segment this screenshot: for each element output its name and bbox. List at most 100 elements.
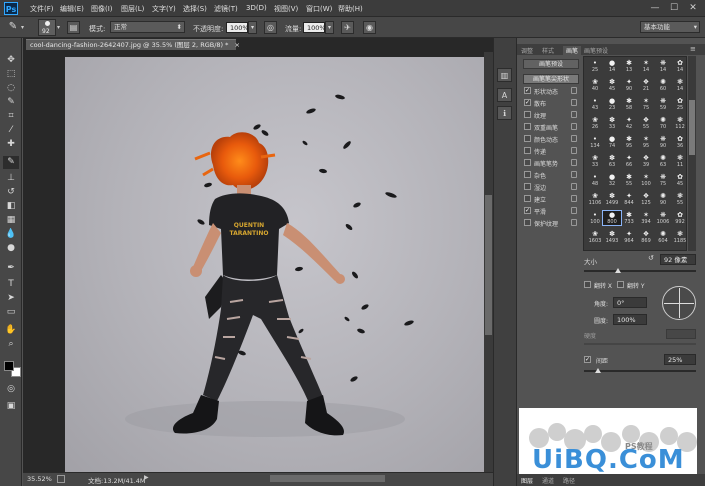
- brush-preset-cell[interactable]: ✽ 45: [603, 78, 621, 92]
- brush-preset-cell[interactable]: ❃ 1185: [671, 230, 686, 244]
- lock-icon[interactable]: [571, 207, 577, 214]
- menu-type[interactable]: 文字(Y): [152, 4, 176, 14]
- brush-preset-cell[interactable]: ❃ 14: [671, 78, 686, 92]
- marquee-tool-icon[interactable]: ⬚: [3, 68, 19, 81]
- brush-preset-cell[interactable]: ❋ 14: [654, 59, 672, 73]
- vertical-scroll-thumb[interactable]: [485, 195, 492, 335]
- angle-input[interactable]: 0°: [613, 297, 647, 308]
- brush-picker-chevron-icon[interactable]: ▾: [57, 24, 60, 31]
- hardness-input[interactable]: [666, 329, 696, 339]
- tab-adjustments[interactable]: 调整: [521, 46, 533, 55]
- brush-option-checkbox[interactable]: [524, 183, 531, 190]
- brush-preset-cell[interactable]: ✺ 70: [654, 116, 672, 130]
- brush-option-row[interactable]: 保护纹理: [524, 218, 579, 228]
- brush-preset-cell[interactable]: ✿ 25: [671, 97, 686, 111]
- menu-help[interactable]: 帮助(H): [338, 4, 363, 14]
- status-arrow-icon[interactable]: ▶: [144, 474, 149, 481]
- workspace-select[interactable]: 基本功能 ▾: [640, 21, 700, 33]
- crop-tool-icon[interactable]: ⌗: [3, 110, 19, 123]
- brush-option-checkbox[interactable]: [524, 147, 531, 154]
- move-tool-icon[interactable]: ✥: [3, 54, 19, 67]
- brush-preset-cell[interactable]: ❀ 1603: [586, 230, 604, 244]
- brush-preset-cell[interactable]: ✱ 13: [620, 59, 638, 73]
- reset-size-icon[interactable]: ↺: [648, 254, 654, 262]
- pen-tool-icon[interactable]: ✒: [3, 262, 19, 275]
- healing-tool-icon[interactable]: ✚: [3, 138, 19, 151]
- brush-preset-grid[interactable]: • 25 ● 14 ✱ 13 ✶ 14 ❋ 14 ✿ 14 ❀ 40 ✽ 45 ✦ 90 ❖ 21 ✺ 60 ❃ 14 • 43 ●…: [583, 56, 687, 251]
- lasso-tool-icon[interactable]: ◌: [3, 82, 19, 95]
- brush-preset-cell[interactable]: ✶ 95: [637, 135, 655, 149]
- brush-option-checkbox[interactable]: [524, 171, 531, 178]
- brush-preset-cell[interactable]: ✦ 90: [620, 78, 638, 92]
- history-panel-icon[interactable]: ▥: [497, 68, 512, 82]
- brush-preset-cell[interactable]: ✽ 33: [603, 116, 621, 130]
- menu-filter[interactable]: 滤镜(T): [214, 4, 238, 14]
- brush-option-checkbox[interactable]: [524, 219, 531, 226]
- menu-3d[interactable]: 3D(D): [246, 4, 267, 12]
- brush-preset-cell[interactable]: ✽ 63: [603, 154, 621, 168]
- brush-preset-cell[interactable]: ✺ 63: [654, 154, 672, 168]
- brush-preset-cell[interactable]: ✶ 100: [637, 173, 655, 187]
- brush-tool-icon[interactable]: ✎: [4, 20, 22, 34]
- brush-preset-cell[interactable]: ✱ 55: [620, 173, 638, 187]
- brush-option-checkbox[interactable]: [524, 159, 531, 166]
- maximize-icon[interactable]: ☐: [667, 2, 681, 14]
- brush-preset-cell[interactable]: ● 14: [603, 59, 621, 73]
- brush-option-row[interactable]: 建立: [524, 194, 579, 204]
- brush-option-checkbox[interactable]: ✓: [524, 99, 531, 106]
- mode-select[interactable]: 正常 ⬍: [110, 21, 185, 33]
- spacing-slider-handle[interactable]: [595, 368, 601, 373]
- tab-channels[interactable]: 通道: [542, 476, 554, 485]
- opacity-input[interactable]: 100%: [226, 22, 249, 33]
- info-panel-icon[interactable]: ℹ: [497, 106, 512, 120]
- brush-preset-cell[interactable]: • 25: [586, 59, 604, 73]
- brush-preset-cell[interactable]: ✦ 844: [620, 192, 638, 206]
- brush-preset-cell[interactable]: ❀ 40: [586, 78, 604, 92]
- lock-icon[interactable]: [571, 159, 577, 166]
- menu-image[interactable]: 图像(I): [91, 4, 113, 14]
- brush-preset-cell[interactable]: ❋ 59: [654, 97, 672, 111]
- brush-option-row[interactable]: 湿边: [524, 182, 579, 192]
- tab-styles[interactable]: 样式: [542, 46, 554, 55]
- brush-option-row[interactable]: 纹理: [524, 110, 579, 120]
- screen-mode-icon[interactable]: ▣: [3, 400, 19, 413]
- brush-preset-cell[interactable]: ❖ 869: [637, 230, 655, 244]
- menu-select[interactable]: 选择(S): [183, 4, 207, 14]
- brush-preset-cell[interactable]: ✺ 60: [654, 78, 672, 92]
- brush-option-row[interactable]: 双重画笔: [524, 122, 579, 132]
- lock-icon[interactable]: [571, 135, 577, 142]
- spacing-checkbox[interactable]: ✓: [584, 356, 591, 363]
- brush-option-row[interactable]: ✓ 形状动态: [524, 86, 579, 96]
- hardness-slider[interactable]: [584, 343, 696, 345]
- brush-preset-cell[interactable]: ❀ 26: [586, 116, 604, 130]
- brush-preset-cell[interactable]: ✶ 394: [637, 211, 655, 225]
- brush-preset-cell[interactable]: ✱ 733: [620, 211, 638, 225]
- brush-preset-cell[interactable]: ✿ 992: [671, 211, 686, 225]
- brush-preset-cell[interactable]: ❀ 1106: [586, 192, 604, 206]
- size-input[interactable]: 92 像素: [660, 254, 696, 265]
- pressure-size-icon[interactable]: ◉: [363, 21, 376, 34]
- brush-preset-cell[interactable]: ❃ 55: [671, 192, 686, 206]
- minimize-icon[interactable]: —: [648, 2, 662, 14]
- eyedropper-tool-icon[interactable]: ⁄: [3, 124, 19, 137]
- brush-preset-cell[interactable]: ✿ 14: [671, 59, 686, 73]
- brush-preset-cell[interactable]: ❋ 75: [654, 173, 672, 187]
- brush-preset-cell[interactable]: ● 800: [602, 210, 622, 226]
- path-select-tool-icon[interactable]: ➤: [3, 292, 19, 305]
- airbrush-icon[interactable]: ✈: [341, 21, 354, 34]
- zoom-level[interactable]: 35.52%: [27, 475, 52, 483]
- document-tab[interactable]: cool-dancing-fashion-2642407.jpg @ 35.5%…: [26, 39, 240, 50]
- gradient-tool-icon[interactable]: ▦: [3, 214, 19, 227]
- brush-preset-cell[interactable]: • 43: [586, 97, 604, 111]
- brush-option-row[interactable]: ✓ 散布: [524, 98, 579, 108]
- character-panel-icon[interactable]: A: [497, 88, 512, 102]
- lock-icon[interactable]: [571, 87, 577, 94]
- pressure-opacity-icon[interactable]: ◎: [264, 21, 277, 34]
- spacing-input[interactable]: 25%: [664, 354, 696, 365]
- menu-layer[interactable]: 图层(L): [121, 4, 144, 14]
- hand-tool-icon[interactable]: ✋: [3, 324, 19, 337]
- brush-tool-icon[interactable]: ✎: [3, 156, 19, 169]
- brush-preset-cell[interactable]: ❃ 112: [671, 116, 686, 130]
- brush-option-checkbox[interactable]: [524, 111, 531, 118]
- quick-mask-icon[interactable]: ◎: [3, 383, 19, 396]
